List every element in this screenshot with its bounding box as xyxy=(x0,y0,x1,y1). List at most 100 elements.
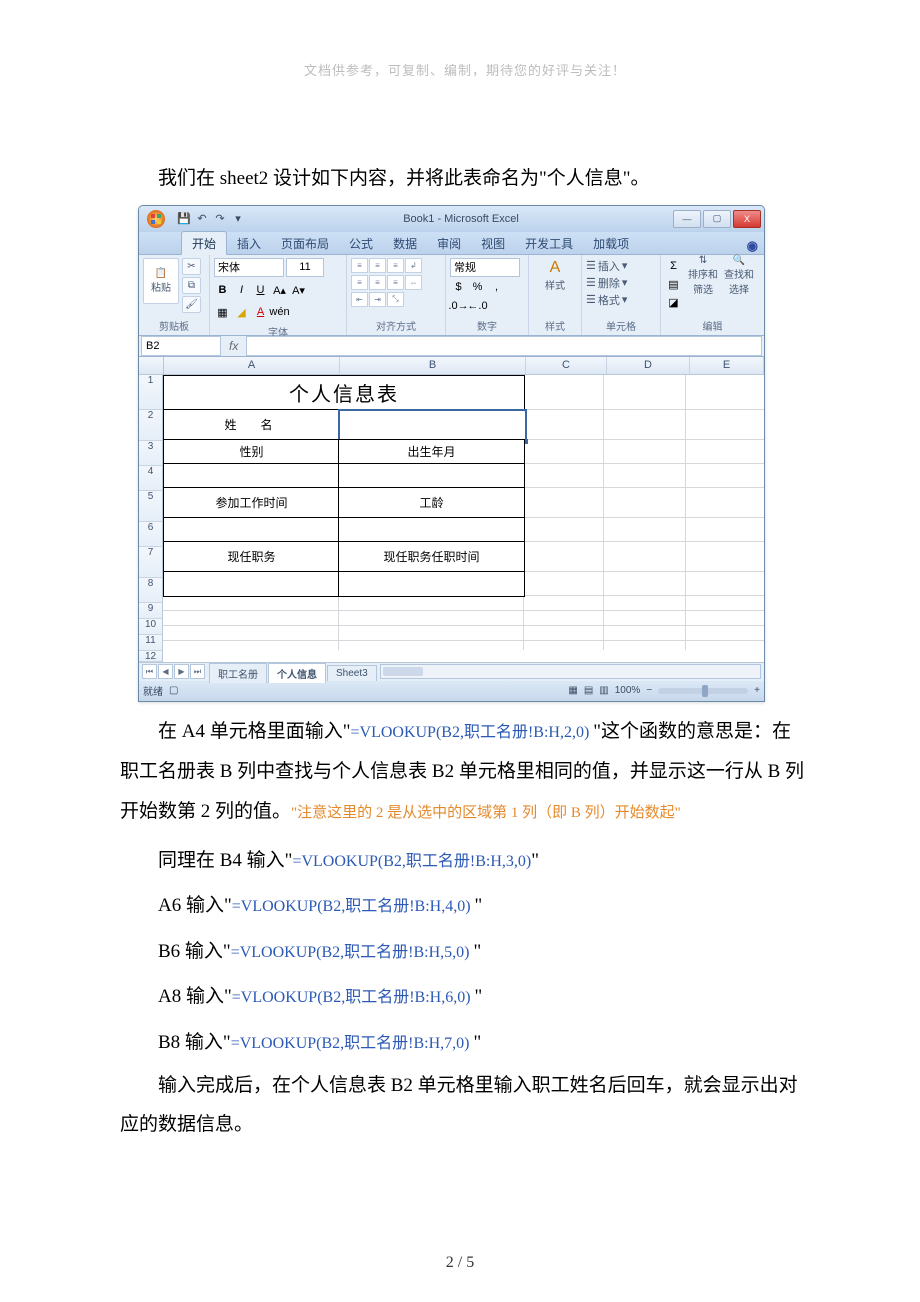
sheet-tab-2[interactable]: 个人信息 xyxy=(268,663,326,683)
format-painter-icon[interactable]: 🖌 xyxy=(182,296,201,313)
row-header-11[interactable]: 11 xyxy=(139,635,163,651)
find-select-button[interactable]: 🔍 查找和 选择 xyxy=(724,258,754,294)
sort-filter-button[interactable]: ⇅ 排序和 筛选 xyxy=(688,258,718,294)
grow-font-button[interactable]: A▴ xyxy=(271,282,288,299)
copy-icon[interactable]: ⧉ xyxy=(182,277,201,294)
cell-title[interactable]: 个人信息表 xyxy=(163,375,525,411)
align-bottom-icon[interactable]: ≡ xyxy=(387,258,404,273)
paste-button[interactable]: 📋 粘贴 xyxy=(143,258,179,304)
cell-a4[interactable] xyxy=(163,463,340,489)
cell-b6[interactable] xyxy=(338,517,525,543)
row-header-7[interactable]: 7 xyxy=(139,547,163,578)
cell-b4[interactable] xyxy=(338,463,525,489)
cell-a5[interactable]: 参加工作时间 xyxy=(163,487,340,519)
fill-color-button[interactable]: ◢ xyxy=(233,304,250,321)
tab-insert[interactable]: 插入 xyxy=(227,232,271,254)
row-header-10[interactable]: 10 xyxy=(139,619,163,635)
zoom-slider[interactable] xyxy=(658,688,748,694)
shrink-font-button[interactable]: A▾ xyxy=(290,282,307,299)
cell-a8[interactable] xyxy=(163,571,340,597)
percent-icon[interactable]: % xyxy=(469,279,486,296)
qat-save-icon[interactable]: 💾 xyxy=(177,212,191,226)
tab-data[interactable]: 数据 xyxy=(383,232,427,254)
qat-undo-icon[interactable]: ↶ xyxy=(195,212,209,226)
indent-inc-icon[interactable]: ⇥ xyxy=(369,292,386,307)
merge-center-icon[interactable]: ⇔ xyxy=(405,275,422,290)
fill-icon[interactable]: ▤ xyxy=(665,276,682,293)
sheet-tab-3[interactable]: Sheet3 xyxy=(327,665,377,681)
italic-button[interactable]: I xyxy=(233,282,250,299)
cell-a2[interactable]: 姓 名 xyxy=(163,409,340,441)
close-button[interactable]: X xyxy=(733,210,761,228)
tab-developer[interactable]: 开发工具 xyxy=(515,232,583,254)
tab-page-layout[interactable]: 页面布局 xyxy=(271,232,339,254)
tab-view[interactable]: 视图 xyxy=(471,232,515,254)
wrap-text-icon[interactable]: ↲ xyxy=(405,258,422,273)
font-color-button[interactable]: A xyxy=(252,304,269,321)
row-header-12[interactable]: 12 xyxy=(139,651,163,662)
view-break-icon[interactable]: ▥ xyxy=(599,685,608,696)
column-header-c[interactable]: C xyxy=(526,357,607,374)
sheet-nav-last-icon[interactable]: ⏭ xyxy=(190,664,205,679)
cell-a6[interactable] xyxy=(163,517,340,543)
bold-button[interactable]: B xyxy=(214,282,231,299)
sheet-tab-1[interactable]: 职工名册 xyxy=(209,663,267,683)
column-header-e[interactable]: E xyxy=(690,357,764,374)
cell-b3[interactable]: 出生年月 xyxy=(338,439,525,465)
clear-icon[interactable]: ◪ xyxy=(665,294,682,311)
tab-addins[interactable]: 加载项 xyxy=(583,232,639,254)
styles-button[interactable]: A 样式 xyxy=(540,258,570,294)
row-header-4[interactable]: 4 xyxy=(139,466,163,491)
insert-cells-button[interactable]: ☰ 插入 ▾ xyxy=(586,258,627,274)
cell-b7[interactable]: 现任职务任职时间 xyxy=(338,541,525,573)
sheet-nav-first-icon[interactable]: ⏮ xyxy=(142,664,157,679)
underline-button[interactable]: U xyxy=(252,282,269,299)
fx-icon[interactable]: fx xyxy=(221,339,246,353)
view-normal-icon[interactable]: ▦ xyxy=(568,685,577,696)
office-button[interactable] xyxy=(139,206,173,232)
name-box[interactable]: B2 xyxy=(141,336,221,356)
column-header-d[interactable]: D xyxy=(607,357,690,374)
format-cells-button[interactable]: ☰ 格式 ▾ xyxy=(586,292,627,308)
align-center-icon[interactable]: ≡ xyxy=(369,275,386,290)
zoom-out-icon[interactable]: − xyxy=(646,685,652,696)
cell-b2-selected[interactable] xyxy=(338,409,527,443)
indent-dec-icon[interactable]: ⇤ xyxy=(351,292,368,307)
row-header-1[interactable]: 1 xyxy=(139,375,163,410)
horizontal-scrollbar[interactable] xyxy=(380,664,761,679)
maximize-button[interactable]: ▢ xyxy=(703,210,731,228)
view-layout-icon[interactable]: ▤ xyxy=(584,685,593,696)
qat-dropdown-icon[interactable]: ▾ xyxy=(231,212,245,226)
row-header-2[interactable]: 2 xyxy=(139,410,163,441)
cell-a7[interactable]: 现任职务 xyxy=(163,541,340,573)
select-all-corner[interactable] xyxy=(139,357,164,374)
align-middle-icon[interactable]: ≡ xyxy=(369,258,386,273)
number-format-select[interactable]: 常规 xyxy=(450,258,520,277)
inc-decimal-icon[interactable]: .0→ xyxy=(450,298,467,315)
font-size-select[interactable]: 11 xyxy=(286,258,324,277)
cell-b5[interactable]: 工龄 xyxy=(338,487,525,519)
sheet-nav-prev-icon[interactable]: ◀ xyxy=(158,664,173,679)
delete-cells-button[interactable]: ☰ 删除 ▾ xyxy=(586,275,627,291)
phonetic-button[interactable]: wén xyxy=(271,304,288,321)
row-header-6[interactable]: 6 xyxy=(139,522,163,547)
currency-icon[interactable]: $ xyxy=(450,279,467,296)
font-name-select[interactable]: 宋体 xyxy=(214,258,284,277)
align-left-icon[interactable]: ≡ xyxy=(351,275,368,290)
align-right-icon[interactable]: ≡ xyxy=(387,275,404,290)
column-header-b[interactable]: B xyxy=(340,357,526,374)
tab-home[interactable]: 开始 xyxy=(181,231,227,255)
qat-redo-icon[interactable]: ↷ xyxy=(213,212,227,226)
dec-decimal-icon[interactable]: ←.0 xyxy=(469,298,486,315)
row-header-9[interactable]: 9 xyxy=(139,603,163,619)
cell-a3[interactable]: 性别 xyxy=(163,439,340,465)
cut-icon[interactable]: ✂ xyxy=(182,258,201,275)
border-button[interactable]: ▦ xyxy=(214,304,231,321)
autosum-icon[interactable]: Σ xyxy=(665,258,682,275)
row-header-5[interactable]: 5 xyxy=(139,491,163,522)
tab-review[interactable]: 审阅 xyxy=(427,232,471,254)
zoom-in-icon[interactable]: + xyxy=(754,685,760,696)
column-header-a[interactable]: A xyxy=(164,357,340,374)
minimize-button[interactable]: — xyxy=(673,210,701,228)
comma-icon[interactable]: , xyxy=(488,279,505,296)
